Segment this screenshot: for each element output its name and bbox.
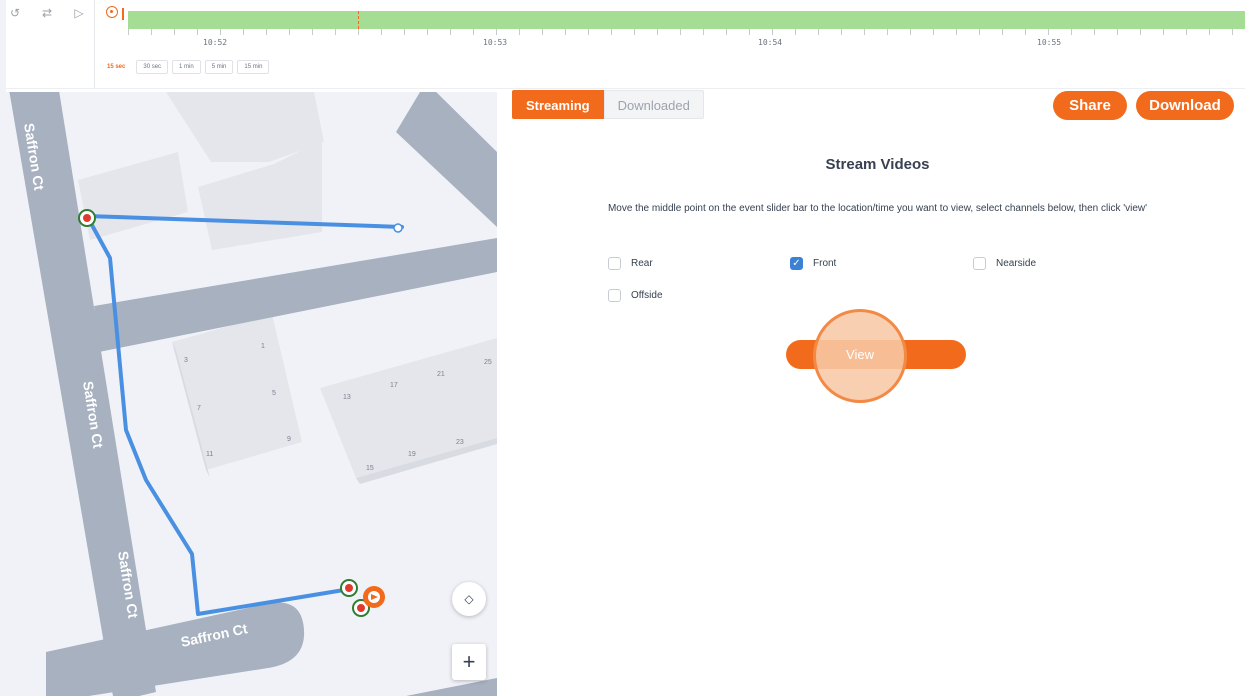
channel-nearside[interactable]: Nearside [973, 257, 1036, 270]
timeline-time-label: 10:54 [758, 38, 783, 47]
house-number: 3 [184, 357, 188, 364]
channel-label: Rear [631, 258, 653, 269]
recenter-icon[interactable]: ◇ [452, 582, 486, 616]
house-number: 7 [197, 405, 201, 412]
event-marker-dot [83, 214, 91, 222]
zoom-30-sec-button[interactable]: 30 sec [136, 60, 169, 74]
tab-streaming[interactable]: Streaming [512, 90, 604, 119]
stream-panel: Streaming Downloaded Share Download Stre… [510, 90, 1245, 696]
timeline-scale [128, 29, 1245, 35]
road [406, 678, 497, 696]
channel-front[interactable]: ✓ Front [790, 257, 836, 270]
zoom-5-min-button[interactable]: 5 min [204, 60, 234, 74]
timeline-start-handle[interactable] [122, 8, 124, 20]
channel-label: Offside [631, 290, 663, 301]
house-number: 19 [408, 451, 416, 458]
house-number: 5 [272, 390, 276, 397]
road [396, 92, 497, 227]
house-number: 13 [343, 394, 351, 401]
channel-label: Front [813, 258, 837, 269]
event-slider-bar[interactable] [128, 11, 1245, 29]
zoom-in-button[interactable]: + [452, 644, 486, 680]
video-source-tabs: Streaming Downloaded [512, 90, 704, 119]
header-separator [6, 88, 1245, 89]
channel-rear[interactable]: Rear [608, 257, 653, 270]
share-button[interactable]: Share [1053, 91, 1127, 120]
house-number: 21 [437, 371, 445, 378]
app-window: ↺ ⇄ ▷ 10:52 10:53 10:54 10:55 15 sec 30 … [6, 0, 1245, 696]
house-number: 23 [456, 439, 464, 446]
map-canvas: Saffron Ct Saffron Ct Saffron Ct Saffron… [9, 92, 497, 696]
event-marker-dot [357, 604, 365, 612]
event-slider-midpoint[interactable] [358, 11, 359, 29]
map-view[interactable]: Saffron Ct Saffron Ct Saffron Ct Saffron… [6, 92, 497, 696]
play-icon[interactable]: ▷ [70, 4, 88, 22]
timeline-time-label: 10:55 [1037, 38, 1062, 47]
house-number: 11 [206, 451, 213, 458]
event-marker-dot [345, 584, 353, 592]
road [94, 238, 497, 352]
zoom-15-sec-button[interactable]: 15 sec [100, 60, 133, 74]
channel-label: Nearside [996, 258, 1037, 269]
building [172, 314, 302, 470]
page-title: Stream Videos [825, 156, 930, 173]
record-marker-icon [106, 6, 118, 18]
channel-offside[interactable]: Offside [608, 289, 663, 302]
instructions-text: Move the middle point on the event slide… [607, 203, 1148, 214]
timeline-divider [94, 0, 95, 88]
house-number: 1 [261, 343, 265, 350]
house-number: 9 [287, 436, 291, 443]
timeline-toolbar: ↺ ⇄ ▷ [6, 4, 88, 22]
history-icon[interactable]: ↺ [6, 4, 24, 22]
house-number: 15 [366, 465, 374, 472]
timeline-time-label: 10:53 [483, 38, 508, 47]
checkbox-front[interactable]: ✓ [790, 257, 803, 270]
timeline-time-label: 10:52 [203, 38, 228, 47]
tab-downloaded[interactable]: Downloaded [603, 90, 704, 119]
zoom-1-min-button[interactable]: 1 min [172, 60, 201, 74]
view-button-label: View [846, 347, 874, 362]
sliders-icon[interactable]: ⇄ [38, 4, 56, 22]
house-number: 25 [484, 359, 492, 366]
checkbox-rear[interactable] [608, 257, 621, 270]
download-button[interactable]: Download [1136, 91, 1234, 120]
road [46, 602, 305, 696]
route-end-marker-icon [393, 223, 403, 233]
timeline-zoom-options: 15 sec 30 sec 1 min 5 min 15 min [100, 60, 270, 74]
house-number: 17 [390, 382, 398, 389]
checkbox-nearside[interactable] [973, 257, 986, 270]
checkbox-offside[interactable] [608, 289, 621, 302]
zoom-15-min-button[interactable]: 15 min [237, 60, 270, 74]
